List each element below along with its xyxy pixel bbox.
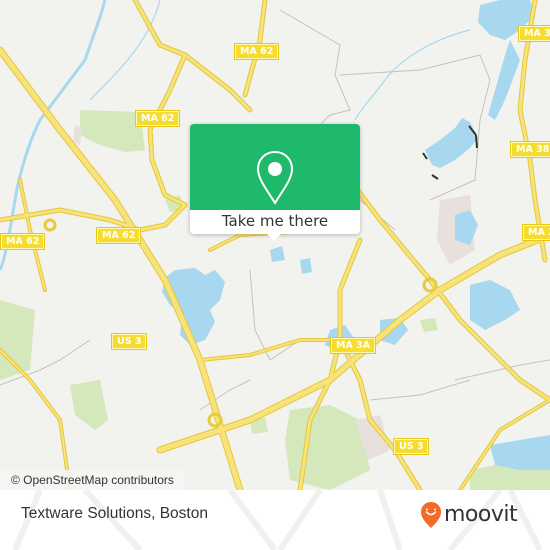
interchanges [43,218,438,428]
route-shield: MA 62 [234,43,280,60]
popup-tail [267,234,281,241]
map-view[interactable]: MA 62 MA 62 MA 62 MA 62 US 3 MA 3A US 3 … [0,0,550,490]
route-shield: US 3 [393,438,430,455]
route-shield: MA 62 [96,227,142,244]
stream [354,29,471,121]
brand-name: moovit [444,502,518,527]
map-tiles [0,0,550,490]
water-bodies [162,0,550,470]
footer-bar: Textware Solutions, Boston moovit [0,490,550,550]
location-popup[interactable]: Take me there [190,124,360,241]
place-name: Textware Solutions, Boston [21,505,208,522]
map-attribution[interactable]: © OpenStreetMap contributors [0,470,184,490]
route-shield: MA 62 [0,233,46,250]
moovit-smile-pin-icon [421,502,441,528]
route-shield: MA 3A [330,337,377,354]
route-shield: MA 3A [522,224,550,241]
location-pin-icon [256,150,294,205]
route-shield: US 3 [111,333,148,350]
route-shield: MA 62 [135,110,181,127]
route-shield: MA 38 [510,141,550,158]
route-shield: MA 3A [518,25,550,42]
moovit-logo[interactable]: moovit [420,500,518,530]
take-me-there-button[interactable]: Take me there [190,212,360,230]
